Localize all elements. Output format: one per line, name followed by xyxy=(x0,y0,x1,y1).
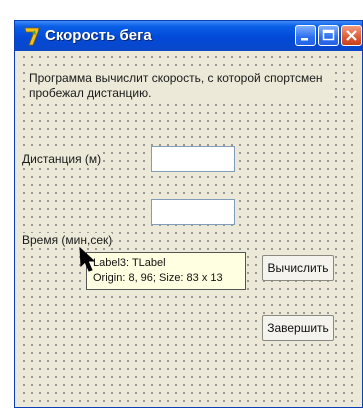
form-client-area: Программа вычислит скорость, с которой с… xyxy=(18,51,359,404)
minimize-icon xyxy=(301,38,308,41)
close-button[interactable] xyxy=(341,25,362,46)
maximize-icon xyxy=(322,29,335,41)
finish-button[interactable]: Завершить xyxy=(262,315,334,341)
hint-line-geometry: Origin: 8, 96; Size: 83 x 13 xyxy=(93,272,223,284)
delphi-7-icon xyxy=(24,27,40,46)
close-icon xyxy=(346,30,357,41)
maximize-button[interactable] xyxy=(318,25,339,46)
title-bar[interactable]: Скорость бега xyxy=(15,21,362,51)
arrow-cursor-icon xyxy=(79,247,96,272)
time-input[interactable] xyxy=(151,199,235,225)
time-label: Время (мин,сек) xyxy=(22,233,113,248)
component-hint-tooltip: Label3: TLabel Origin: 8, 96; Size: 83 x… xyxy=(86,252,246,290)
distance-label: Дистанция (м) xyxy=(22,152,102,167)
calculate-button[interactable]: Вычислить xyxy=(262,255,334,281)
window-title: Скорость бега xyxy=(45,27,152,44)
hint-line-name: Label3: TLabel xyxy=(93,257,166,269)
distance-input[interactable] xyxy=(151,146,235,172)
minimize-button[interactable] xyxy=(295,25,316,46)
form-window: Скорость бега Программа вычислит скорост… xyxy=(14,20,363,408)
description-label: Программа вычислит скорость, с которой с… xyxy=(29,71,329,103)
